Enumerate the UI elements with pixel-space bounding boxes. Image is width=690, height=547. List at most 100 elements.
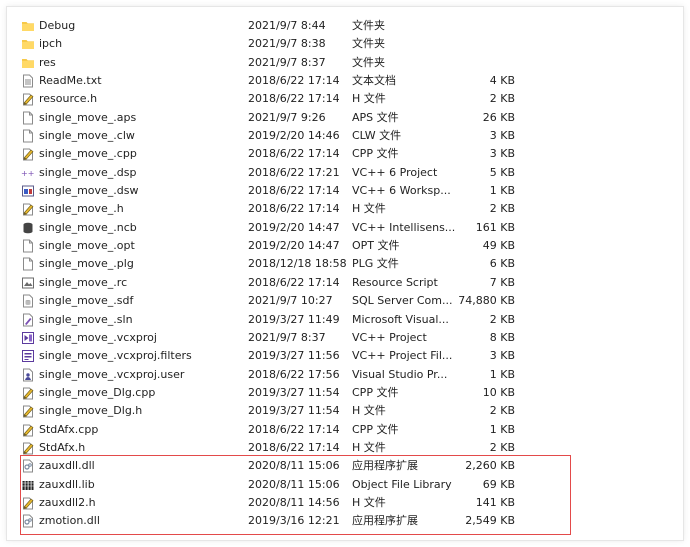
file-name: resource.h <box>39 92 98 106</box>
source-file-icon <box>21 147 35 161</box>
file-row[interactable]: zauxdll2.h 2020/8/11 14:56 H 文件 141 KB <box>7 494 683 512</box>
blank-file-icon <box>21 239 35 253</box>
file-date-modified: 2021/9/7 8:38 <box>248 37 326 51</box>
file-name: single_move_.rc <box>39 275 128 289</box>
file-row[interactable]: ++ single_move_.dsp 2018/6/22 17:21 VC++ 6 … <box>7 164 683 182</box>
file-name: single_move_.sln <box>39 312 133 326</box>
file-type: CPP 文件 <box>352 385 399 399</box>
file-row[interactable]: single_move_.rc 2018/6/22 17:14 Resource S… <box>7 274 683 292</box>
file-size: 26 KB <box>482 110 515 124</box>
file-type: Microsoft Visual... <box>352 312 449 326</box>
file-size: 6 KB <box>489 257 515 271</box>
folder-icon <box>21 56 35 70</box>
file-name: StdAfx.cpp <box>39 422 99 436</box>
file-row[interactable]: single_move_.aps 2021/9/7 9:26 APS 文件 26 KB <box>7 109 683 127</box>
file-name: Debug <box>39 19 76 32</box>
file-row[interactable]: single_move_.vcxproj 2021/9/7 8:37 VC++ Pr… <box>7 329 683 347</box>
file-size: 141 KB <box>475 495 515 509</box>
file-row[interactable]: res 2021/9/7 8:37 文件夹 <box>7 54 683 72</box>
file-row[interactable]: single_move_Dlg.cpp 2019/3/27 11:54 CPP 文件… <box>7 384 683 402</box>
file-date-modified: 2021/9/7 10:27 <box>248 294 333 308</box>
file-row[interactable]: single_move_.sln 2019/3/27 11:49 Microsoft… <box>7 311 683 329</box>
file-type: VC++ Intellisens... <box>352 220 456 234</box>
file-name: single_move_.plg <box>39 257 134 271</box>
file-name: single_move_.h <box>39 202 124 216</box>
source-file-icon <box>21 92 35 106</box>
file-date-modified: 2019/3/27 11:54 <box>248 404 340 418</box>
file-type: H 文件 <box>352 404 386 418</box>
file-size: 3 KB <box>489 147 515 161</box>
file-name: single_move_.vcxproj.filters <box>39 349 192 363</box>
file-size: 2 KB <box>489 202 515 216</box>
file-row[interactable]: resource.h 2018/6/22 17:14 H 文件 2 KB <box>7 90 683 108</box>
file-date-modified: 2019/3/27 11:56 <box>248 349 340 363</box>
source-file-icon <box>21 441 35 455</box>
file-size: 74,880 KB <box>458 294 515 308</box>
file-date-modified: 2021/9/7 8:37 <box>248 55 326 69</box>
file-row[interactable]: ReadMe.txt 2018/6/22 17:14 文本文档 4 KB <box>7 72 683 90</box>
file-name: single_move_.dsw <box>39 184 139 198</box>
file-row[interactable]: ipch 2021/9/7 8:38 文件夹 <box>7 35 683 53</box>
file-date-modified: 2020/8/11 15:06 <box>248 459 340 473</box>
file-type: H 文件 <box>352 495 386 509</box>
vcxproj-filters-icon <box>21 349 35 363</box>
file-date-modified: 2019/3/16 12:21 <box>248 514 340 528</box>
file-row[interactable]: single_move_.opt 2019/2/20 14:47 OPT 文件 49 … <box>7 237 683 255</box>
file-name: zauxdll2.h <box>39 495 96 509</box>
file-row[interactable]: single_move_.ncb 2019/2/20 14:47 VC++ Inte… <box>7 219 683 237</box>
file-date-modified: 2018/6/22 17:14 <box>248 440 340 454</box>
file-row[interactable]: zmotion.dll 2019/3/16 12:21 应用程序扩展 2,549 KB <box>7 512 683 530</box>
file-name: single_move_Dlg.cpp <box>39 385 156 399</box>
file-type: SQL Server Com... <box>352 294 453 308</box>
file-type: CPP 文件 <box>352 422 399 436</box>
svg-text:++: ++ <box>21 169 34 178</box>
resource-script-icon <box>21 276 35 290</box>
file-type: CLW 文件 <box>352 129 402 143</box>
file-size: 10 KB <box>482 385 515 399</box>
folder-icon <box>21 37 35 51</box>
file-size: 8 KB <box>489 330 515 344</box>
file-date-modified: 2021/9/7 9:26 <box>248 110 326 124</box>
file-row[interactable]: single_move_.vcxproj.user 2018/6/22 17:56… <box>7 366 683 384</box>
file-date-modified: 2018/6/22 17:14 <box>248 275 340 289</box>
file-name: ReadMe.txt <box>39 74 102 88</box>
dll-file-icon <box>21 459 35 473</box>
file-row[interactable]: single_move_.cpp 2018/6/22 17:14 CPP 文件 3 K… <box>7 145 683 163</box>
file-name: single_move_Dlg.h <box>39 404 143 418</box>
file-row[interactable]: StdAfx.cpp 2018/6/22 17:14 CPP 文件 1 KB <box>7 421 683 439</box>
vc6-project-icon: ++ <box>21 166 35 180</box>
file-type: OPT 文件 <box>352 239 400 253</box>
file-type: APS 文件 <box>352 110 399 124</box>
file-list: Debug 2021/9/7 8:44 文件夹 ipch 2021/9/7 8:38 文件… <box>7 17 683 531</box>
file-row[interactable]: single_move_.sdf 2021/9/7 10:27 SQL Server… <box>7 292 683 310</box>
file-name: single_move_.vcxproj <box>39 330 157 344</box>
file-type: CPP 文件 <box>352 147 399 161</box>
file-row[interactable]: single_move_.vcxproj.filters 2019/3/27 11… <box>7 347 683 365</box>
file-row[interactable]: single_move_Dlg.h 2019/3/27 11:54 H 文件 2 KB <box>7 402 683 420</box>
file-row[interactable]: zauxdll.lib 2020/8/11 15:06 Object File Li… <box>7 476 683 494</box>
file-row[interactable]: single_move_.h 2018/6/22 17:14 H 文件 2 KB <box>7 200 683 218</box>
file-name: single_move_.opt <box>39 239 135 253</box>
file-date-modified: 2018/6/22 17:21 <box>248 165 340 179</box>
folder-icon <box>21 19 35 33</box>
file-date-modified: 2018/6/22 17:14 <box>248 147 340 161</box>
text-file-icon <box>21 74 35 88</box>
file-row[interactable]: single_move_.dsw 2018/6/22 17:14 VC++ 6 Wo… <box>7 182 683 200</box>
file-name: single_move_.cpp <box>39 147 137 161</box>
file-size: 3 KB <box>489 349 515 363</box>
file-date-modified: 2018/6/22 17:56 <box>248 367 340 381</box>
blank-file-icon <box>21 129 35 143</box>
file-row[interactable]: single_move_.plg 2018/12/18 18:58 PLG 文件 6 … <box>7 255 683 273</box>
file-row[interactable]: StdAfx.h 2018/6/22 17:14 H 文件 2 KB <box>7 439 683 457</box>
file-size: 1 KB <box>489 422 515 436</box>
file-name: single_move_.clw <box>39 129 135 143</box>
file-row[interactable]: Debug 2021/9/7 8:44 文件夹 <box>7 17 683 35</box>
file-size: 2 KB <box>489 312 515 326</box>
file-type: 文件夹 <box>352 19 385 32</box>
file-size: 49 KB <box>482 239 515 253</box>
source-file-icon <box>21 423 35 437</box>
file-row[interactable]: zauxdll.dll 2020/8/11 15:06 应用程序扩展 2,260 KB <box>7 457 683 475</box>
file-date-modified: 2020/8/11 14:56 <box>248 495 340 509</box>
file-size: 69 KB <box>482 477 515 491</box>
file-row[interactable]: single_move_.clw 2019/2/20 14:46 CLW 文件 3 K… <box>7 127 683 145</box>
